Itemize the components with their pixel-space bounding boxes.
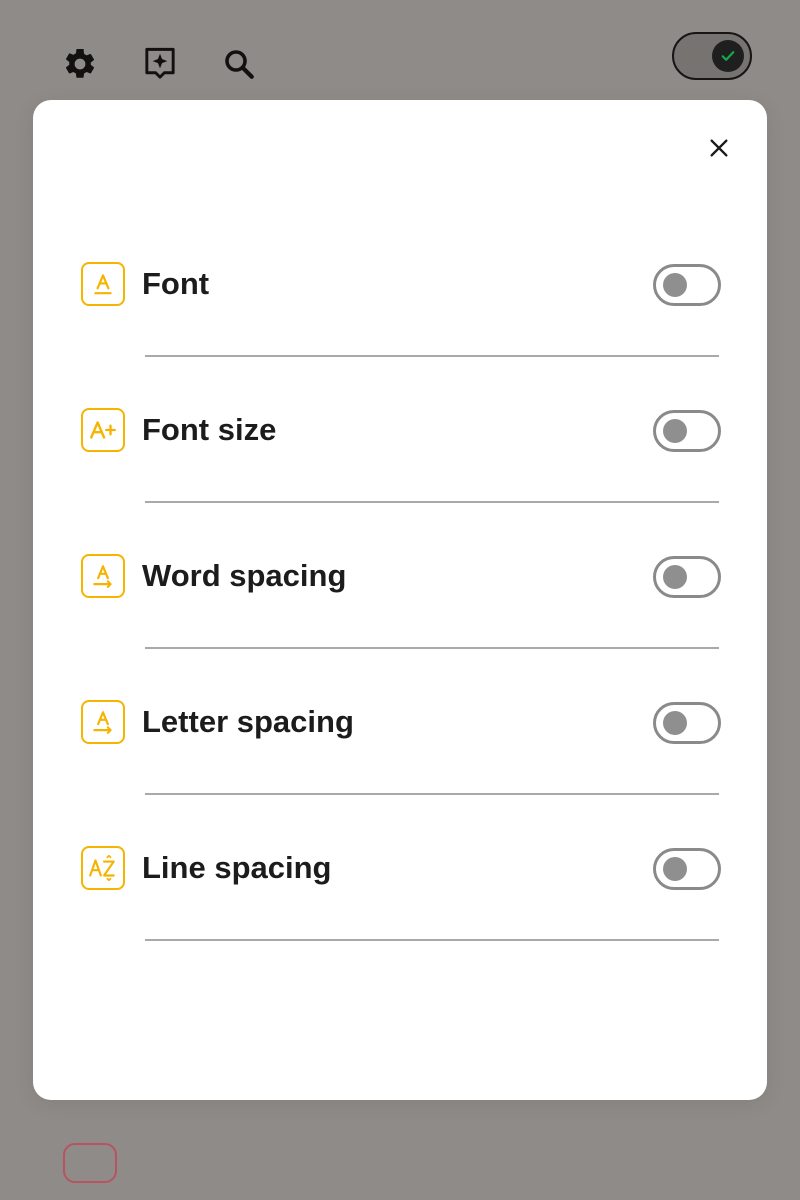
text-settings-modal: Font Font size Word spacing Letter spaci…: [33, 100, 767, 1100]
toggle-knob: [663, 857, 687, 881]
top-toggle-switch[interactable]: [672, 32, 752, 80]
setting-row-font-size: Font size: [33, 408, 767, 554]
gear-icon[interactable]: [60, 44, 100, 84]
word-spacing-toggle[interactable]: [653, 556, 721, 598]
search-icon[interactable]: [219, 44, 259, 84]
divider: [145, 793, 719, 795]
setting-label-font: Font: [142, 266, 210, 301]
divider: [145, 939, 719, 941]
setting-label-letter-spacing: Letter spacing: [142, 704, 354, 739]
check-icon: [712, 40, 744, 72]
ai-assist-icon[interactable]: [140, 44, 180, 84]
close-icon[interactable]: [700, 129, 738, 167]
setting-label-font-size: Font size: [142, 412, 277, 447]
divider: [145, 355, 719, 357]
line-spacing-icon: [81, 846, 125, 890]
setting-row-letter-spacing: Letter spacing: [33, 700, 767, 846]
background-chip: [63, 1143, 117, 1183]
toggle-knob: [663, 419, 687, 443]
divider: [145, 501, 719, 503]
setting-label-word-spacing: Word spacing: [142, 558, 347, 593]
toggle-knob: [663, 273, 687, 297]
font-size-icon: [81, 408, 125, 452]
word-spacing-icon: [81, 554, 125, 598]
divider: [145, 647, 719, 649]
font-toggle[interactable]: [653, 264, 721, 306]
toggle-knob: [663, 565, 687, 589]
setting-row-line-spacing: Line spacing: [33, 846, 767, 992]
letter-spacing-toggle[interactable]: [653, 702, 721, 744]
setting-row-word-spacing: Word spacing: [33, 554, 767, 700]
setting-row-font: Font: [33, 262, 767, 408]
font-size-toggle[interactable]: [653, 410, 721, 452]
letter-spacing-icon: [81, 700, 125, 744]
setting-label-line-spacing: Line spacing: [142, 850, 332, 885]
font-icon: [81, 262, 125, 306]
toggle-knob: [663, 711, 687, 735]
line-spacing-toggle[interactable]: [653, 848, 721, 890]
